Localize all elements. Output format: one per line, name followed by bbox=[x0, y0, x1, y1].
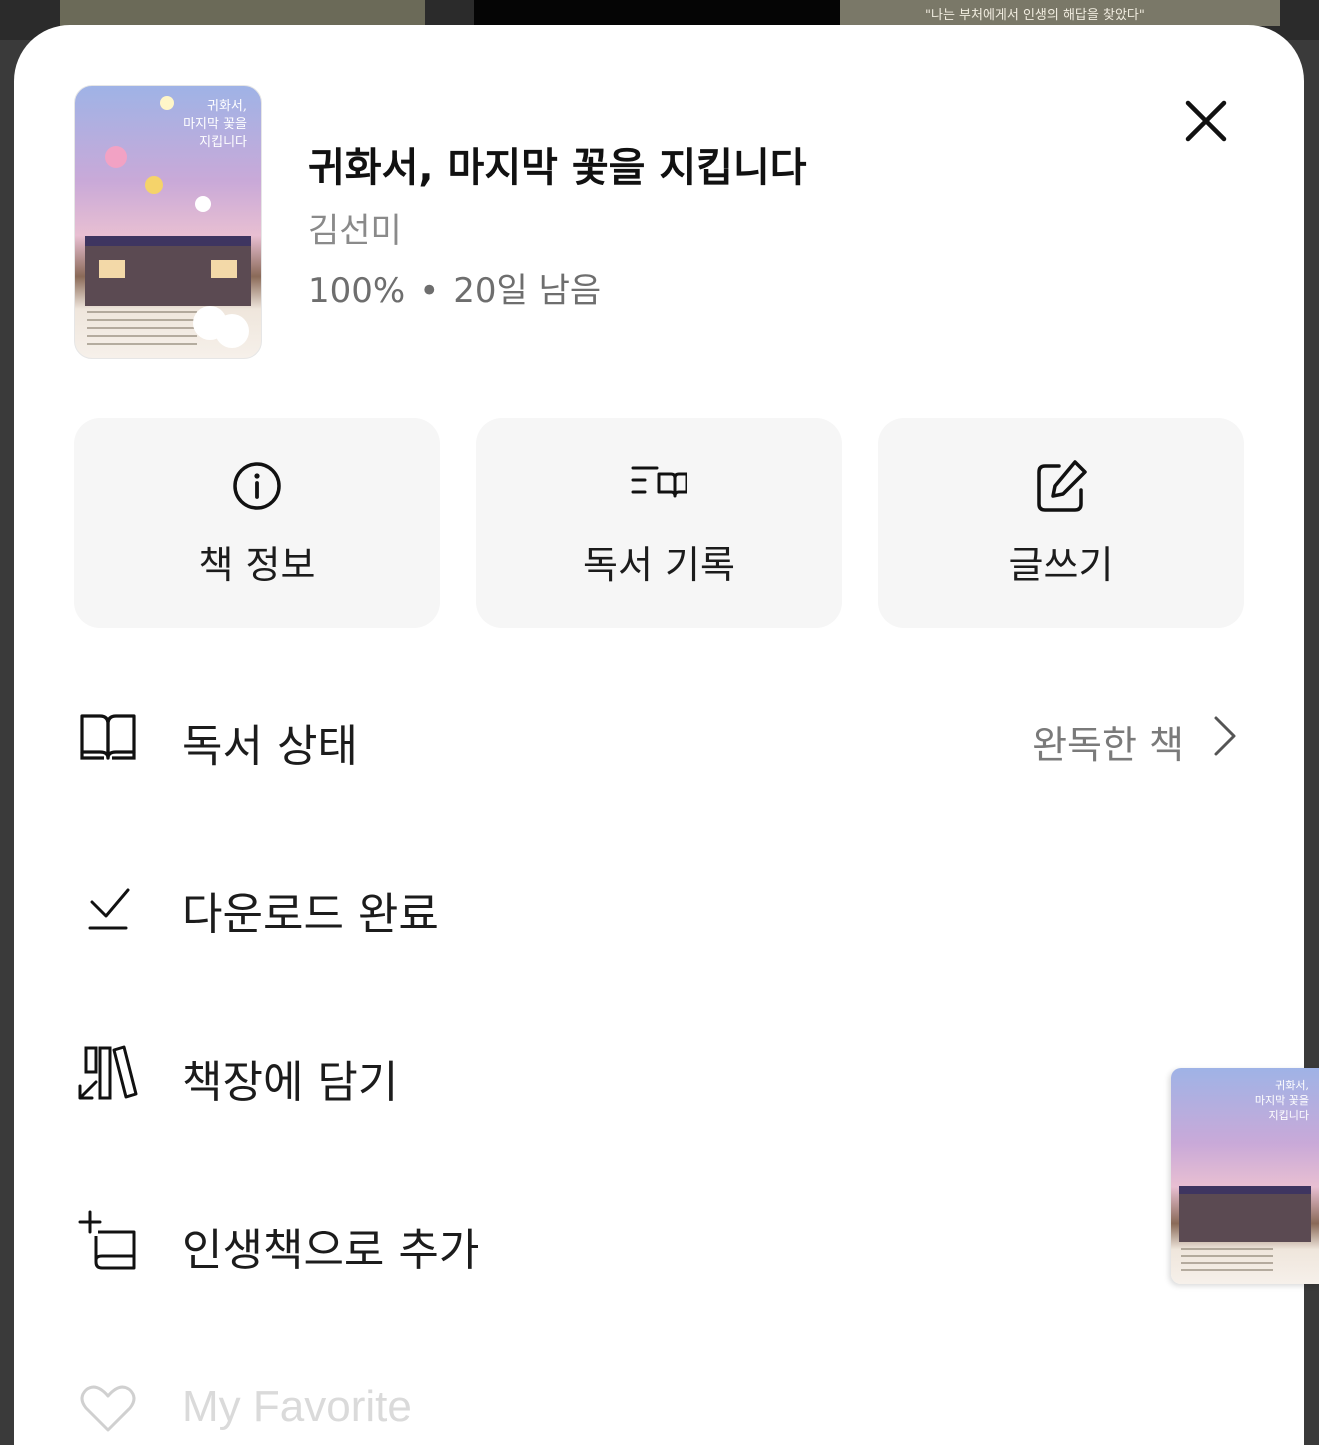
book-info-button[interactable]: 책 정보 bbox=[74, 418, 440, 628]
reading-progress: 100% • 20일 남음 bbox=[308, 263, 601, 312]
edit-icon bbox=[1037, 460, 1087, 512]
download-done-icon bbox=[88, 888, 130, 930]
download-label: 다운로드 완료 bbox=[182, 889, 439, 940]
add-life-book-label: 인생책으로 추가 bbox=[182, 1225, 480, 1276]
bookshelf-icon bbox=[78, 1045, 138, 1100]
add-life-book-row[interactable]: 인생책으로 추가 bbox=[74, 1200, 1254, 1280]
book-author: 김선미 bbox=[308, 211, 402, 251]
reading-log-label: 독서 기록 bbox=[583, 543, 735, 587]
my-favorite-label: My Favorite bbox=[182, 1382, 412, 1431]
reading-status-label: 독서 상태 bbox=[182, 721, 358, 772]
separator-dot: • bbox=[419, 271, 440, 311]
chevron-right-icon bbox=[1214, 716, 1236, 756]
book-title: 귀화서, 마지막 꽃을 지킵니다 bbox=[308, 145, 807, 191]
write-button[interactable]: 글쓰기 bbox=[878, 418, 1244, 628]
add-to-bookshelf-label: 책장에 담기 bbox=[182, 1057, 399, 1108]
close-button[interactable] bbox=[1176, 91, 1236, 151]
background-banner: "나는 부처에게서 인생의 해답을 찾았다" bbox=[840, 0, 1280, 26]
add-to-bookshelf-row[interactable]: 책장에 담기 bbox=[74, 1032, 1254, 1112]
reading-log-button[interactable]: 독서 기록 bbox=[476, 418, 842, 628]
book-cover: 귀화서, 마지막 꽃을 지킵니다 bbox=[74, 85, 262, 359]
background-banner-text: "나는 부처에게서 인생의 해답을 찾았다" bbox=[925, 8, 1145, 23]
info-icon bbox=[233, 462, 281, 510]
heart-icon bbox=[80, 1385, 136, 1432]
days-remaining: 20일 남음 bbox=[453, 271, 602, 311]
add-book-icon bbox=[78, 1210, 136, 1270]
mini-cover-title: 귀화서, 마지막 꽃을 지킵니다 bbox=[1254, 1079, 1309, 1122]
write-label: 글쓰기 bbox=[1008, 543, 1114, 587]
progress-percent: 100% bbox=[308, 271, 406, 311]
reading-log-icon bbox=[631, 466, 687, 498]
cover-title: 귀화서, 마지막 꽃을 지킵니다 bbox=[183, 99, 247, 150]
reading-status-row[interactable]: 독서 상태 완독한 책 bbox=[74, 696, 1254, 776]
background-thumbnail bbox=[60, 0, 425, 26]
download-row[interactable]: 다운로드 완료 bbox=[74, 864, 1254, 944]
close-icon bbox=[1185, 100, 1227, 142]
open-book-icon bbox=[80, 714, 136, 760]
book-action-sheet: 귀화서, 마지막 꽃을 지킵니다 귀화서, 마지막 꽃을 지킵니다 김선미 10… bbox=[14, 25, 1304, 1445]
floating-book-cover[interactable]: 귀화서, 마지막 꽃을 지킵니다 bbox=[1171, 1068, 1319, 1284]
background-thumbnail bbox=[474, 0, 840, 26]
cover-illustration bbox=[85, 236, 251, 306]
my-favorite-row[interactable]: My Favorite bbox=[74, 1368, 1254, 1445]
book-info-label: 책 정보 bbox=[198, 543, 316, 587]
reading-status-value: 완독한 책 bbox=[1032, 723, 1184, 767]
